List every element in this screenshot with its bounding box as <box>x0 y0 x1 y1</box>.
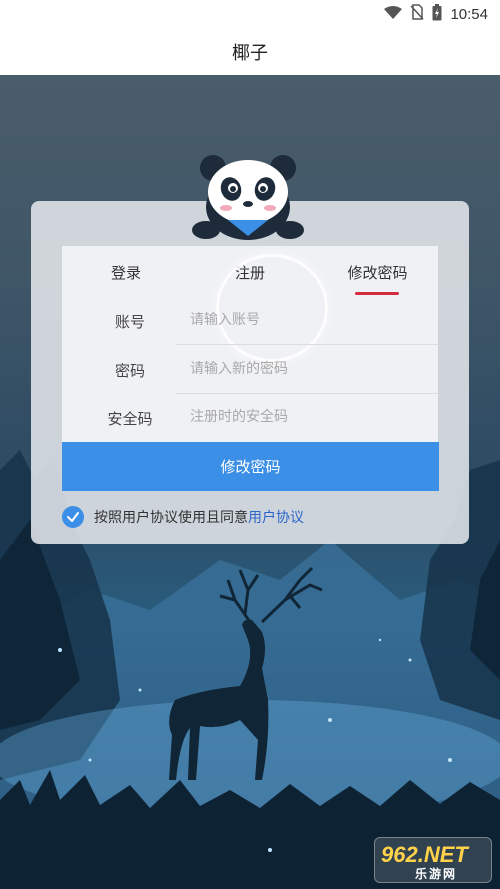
status-time: 10:54 <box>450 5 488 23</box>
divider <box>176 344 438 345</box>
account-label: 账号 <box>114 313 145 331</box>
battery-icon <box>432 3 442 25</box>
security-code-input[interactable] <box>190 405 420 429</box>
status-bar: 10:54 <box>0 0 500 28</box>
tab-change-password-label: 修改密码 <box>347 264 408 282</box>
tab-login[interactable]: 登录 <box>96 262 156 283</box>
password-label: 密码 <box>114 362 145 380</box>
no-sim-icon <box>410 4 425 24</box>
account-input[interactable] <box>190 308 420 332</box>
agreement-row: 按照用户协议使用且同意用户协议 <box>62 506 304 528</box>
wifi-icon <box>384 5 403 24</box>
check-icon <box>67 512 79 522</box>
title-bar: 椰子 <box>0 28 500 75</box>
page-title: 椰子 <box>232 42 268 64</box>
change-password-button[interactable]: 修改密码 <box>62 442 439 491</box>
site-watermark: 962.NET 乐游网 <box>374 837 492 883</box>
tab-login-label: 登录 <box>110 264 141 282</box>
tab-change-password[interactable]: 修改密码 <box>335 262 420 283</box>
active-tab-indicator <box>355 292 399 295</box>
new-password-input[interactable] <box>190 357 420 381</box>
divider <box>176 393 438 394</box>
watermark-bottom-text: 乐游网 <box>415 867 458 881</box>
security-code-label: 安全码 <box>107 410 153 428</box>
agreement-checkbox[interactable] <box>62 506 84 528</box>
user-agreement-link[interactable]: 用户协议 <box>248 510 304 526</box>
panda-mascot <box>188 152 308 247</box>
agreement-text: 按照用户协议使用且同意 <box>94 510 248 526</box>
